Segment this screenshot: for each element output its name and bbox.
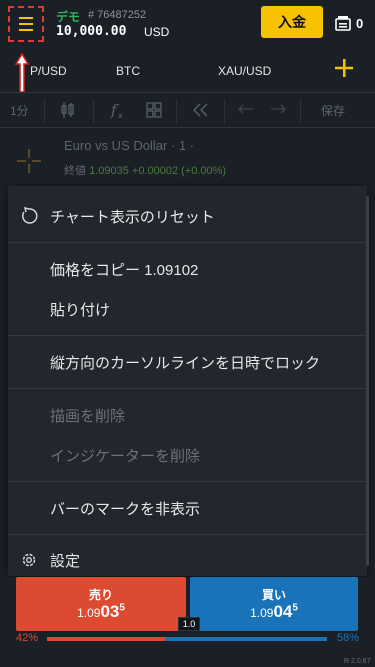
menu-item-label: 縦方向のカーソルラインを日時でロック (50, 355, 321, 372)
menu-icon-bar (19, 17, 33, 19)
toolbar-divider (44, 99, 45, 123)
tab-btc[interactable]: BTC (116, 64, 140, 78)
account-id: # 76487252 (88, 9, 147, 21)
chart-symbol-title: Euro vs US Dollar · 1 · (64, 138, 195, 153)
indicators-icon[interactable]: f x (110, 100, 126, 120)
sentiment-sell-fill (47, 637, 165, 641)
menu-item-settings[interactable]: 設定 (8, 536, 367, 576)
menu-divider (8, 335, 367, 336)
menu-scrollbar[interactable] (366, 196, 369, 566)
interval-selector[interactable]: 1分 (10, 102, 29, 119)
menu-item-label: 設定 (50, 553, 81, 570)
sell-price-pips: 03 (100, 602, 120, 621)
spread-badge: 1.0 (178, 617, 200, 631)
menu-item-label: 価格をコピー 1.09102 (50, 262, 199, 279)
menu-item-reset-chart[interactable]: チャート表示のリセット (8, 192, 367, 238)
menu-divider (8, 534, 367, 535)
sell-label: 売り (88, 588, 113, 602)
menu-icon-bar (19, 29, 33, 31)
toolbar-divider (300, 99, 301, 123)
balance-currency: USD (144, 25, 170, 39)
buy-sentiment: 58% (337, 632, 360, 644)
account-balance: 10,000.00 (56, 24, 127, 39)
buy-price-fraction: 5 (292, 602, 298, 614)
buy-price-pips: 04 (273, 602, 293, 621)
layout-grid-icon[interactable] (146, 102, 162, 118)
tab-xauusd[interactable]: XAU/USD (218, 64, 271, 78)
buy-button[interactable]: 買い 1.09045 (190, 577, 358, 631)
sell-sentiment: 42% (16, 632, 39, 644)
redo-icon[interactable] (270, 103, 286, 117)
menu-item-label: 貼り付け (50, 302, 111, 319)
menu-item-hide-bar-marks[interactable]: バーのマークを非表示 (8, 484, 367, 530)
add-symbol-icon[interactable] (334, 58, 354, 78)
undo-icon[interactable] (238, 103, 254, 117)
close-change: +0.00002 (+0.00%) (131, 165, 227, 177)
sell-button[interactable]: 売り 1.09035 (16, 577, 186, 631)
chart-context-menu: チャート表示のリセット 価格をコピー 1.09102 貼り付け 縦方向のカーソル… (8, 186, 367, 576)
tab-eurusd[interactable]: P/USD (30, 64, 67, 78)
top-bar: デモ # 76487252 10,000.00 USD 入金 0 (0, 0, 375, 50)
menu-item-label: インジケーターを削除 (50, 448, 201, 465)
menu-divider (8, 388, 367, 389)
toolbar-divider (93, 99, 94, 123)
sentiment-bar (47, 637, 327, 641)
menu-divider (8, 481, 367, 482)
sell-price-prefix: 1.09 (77, 606, 101, 620)
menu-divider (8, 242, 367, 243)
wallet-icon[interactable] (335, 15, 351, 31)
chart-close-info: 終値 1.09035 +0.00002 (+0.00%) (64, 162, 226, 178)
menu-item-label: 描画を削除 (50, 408, 126, 425)
symbol-tabs: P/USD BTC XAU/USD (0, 56, 375, 86)
menu-item-label: バーのマークを非表示 (50, 501, 201, 518)
menu-icon-bar (19, 23, 33, 25)
menu-item-label: チャート表示のリセット (50, 209, 215, 226)
menu-item-paste[interactable]: 貼り付け (8, 285, 367, 331)
account-type: デモ (56, 10, 81, 24)
hamburger-menu-button[interactable] (8, 6, 44, 42)
wallet-count: 0 (356, 16, 364, 31)
candlestick-icon[interactable] (60, 101, 76, 119)
sell-price: 1.09035 (16, 602, 186, 622)
menu-item-lock-vertical-cursor[interactable]: 縦方向のカーソルラインを日時でロック (8, 338, 367, 384)
close-value: 1.09035 (89, 165, 129, 177)
buy-price-prefix: 1.09 (250, 606, 274, 620)
buy-price: 1.09045 (190, 602, 358, 622)
save-button[interactable]: 保存 (321, 102, 345, 119)
replay-icon[interactable] (192, 102, 210, 118)
deposit-button[interactable]: 入金 (261, 6, 323, 38)
crosshair-icon[interactable] (16, 148, 42, 174)
gear-icon (22, 553, 36, 567)
toolbar-divider (176, 99, 177, 123)
buy-label: 買い (261, 588, 286, 602)
app-version: R 2.0.87 (344, 658, 371, 665)
svg-text:x: x (118, 111, 123, 120)
close-label: 終値 (64, 165, 86, 177)
menu-item-remove-indicators[interactable]: インジケーターを削除 (8, 431, 367, 477)
chart-toolbar: 1分 f x 保存 (0, 92, 375, 128)
sell-price-fraction: 5 (119, 602, 125, 614)
reset-icon (22, 207, 38, 224)
toolbar-divider (224, 99, 225, 123)
